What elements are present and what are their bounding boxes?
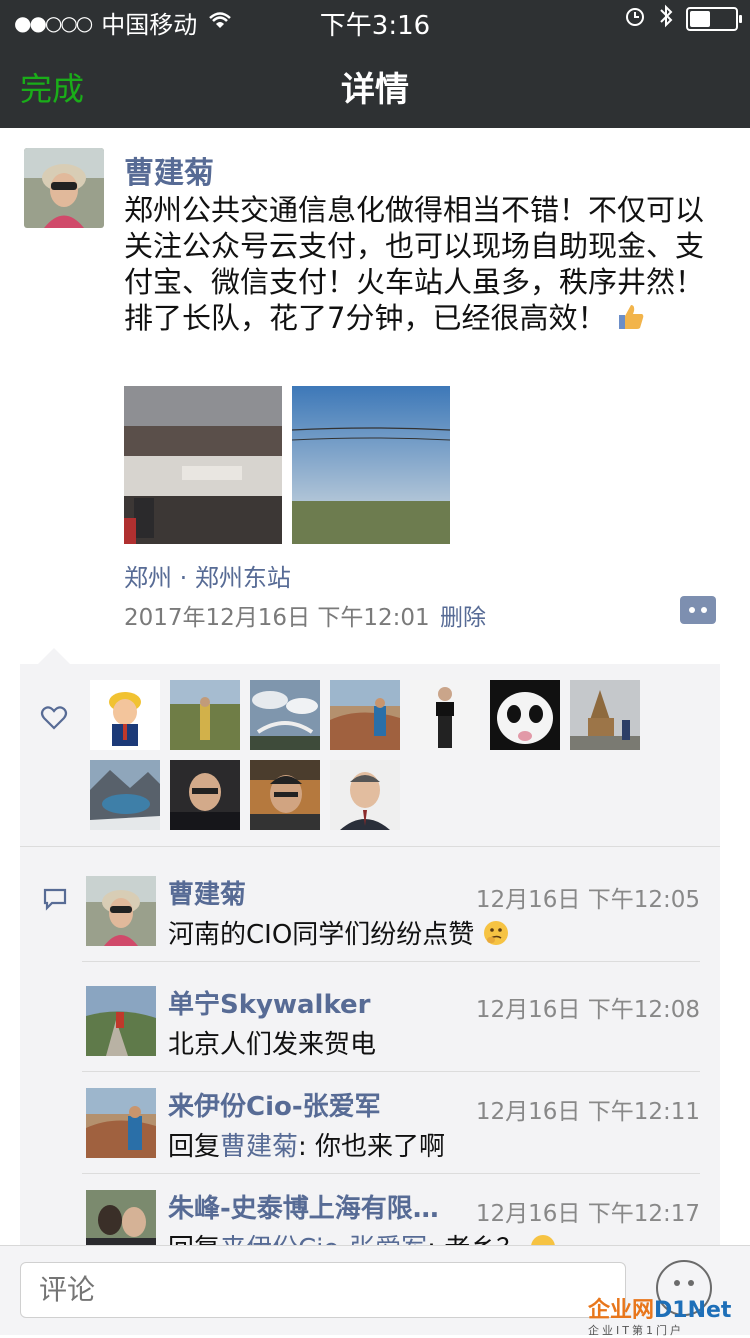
comment-avatar[interactable] [86,1088,156,1158]
comment-text: 北京人们发来贺电 [168,1030,377,1060]
comment-item: 来伊份Cio-张爱军 12月16日 下午12:11 回复曹建菊: 你也来了啊 [82,1074,700,1174]
comment-text-content: 河南的CIO同学们纷纷点赞 [168,920,475,950]
watermark-brand-cn: 企业网 [588,1298,655,1323]
comment-text-content: : 你也来了啊 [298,1132,446,1162]
comment-separator [82,1071,700,1072]
watermark-logo: 企业网D1Net 企业IT第1门户 [588,1292,750,1337]
thinking-emoji-icon [483,920,509,946]
post-timestamp: 2017年12月16日 下午12:01 [124,605,430,631]
reply-prefix: 回复 [168,1234,220,1245]
comment-text-content: : 老乡？ [427,1234,522,1245]
liker-avatar[interactable] [170,680,240,750]
liker-avatar[interactable] [170,760,240,830]
photo-landscape[interactable] [292,386,450,544]
reply-to-name[interactable]: 来伊份Cio-张爱军 [220,1234,427,1245]
comment-item: 单宁Skywalker 12月16日 下午12:08 北京人们发来贺电 [82,972,700,1072]
comment-time: 12月16日 下午12:17 [475,1201,700,1227]
liker-avatar[interactable] [330,680,400,750]
bluetooth-icon [658,4,674,34]
comment-input[interactable] [20,1262,626,1318]
liker-avatars [90,680,650,830]
status-bar: ●●○○○ 中国移动 下午3:16 [0,0,750,41]
grin-emoji-icon [530,1234,556,1245]
comment-time: 12月16日 下午12:11 [475,1099,700,1125]
moment-post: 曹建菊 郑州公共交通信息化做得相当不错！不仅可以关注公众号云支付，也可以现场自助… [0,128,750,1245]
photo-station-entrance[interactable] [124,386,282,544]
liker-avatar[interactable] [330,760,400,830]
more-dot [701,607,707,613]
liker-avatar[interactable] [410,680,480,750]
page-title: 详情 [341,70,409,110]
comment-separator [82,961,700,962]
reply-to-name[interactable]: 曹建菊 [220,1132,298,1162]
comment-time: 12月16日 下午12:08 [475,997,700,1023]
post-location[interactable]: 郑州 · 郑州东站 [124,558,291,593]
commenter-name[interactable]: 朱峰-史泰博上海有限… [168,1188,439,1225]
comment-avatar[interactable] [86,986,156,1056]
comment-icon [42,886,68,912]
watermark-brand-en: D1Net [654,1298,732,1323]
delete-button[interactable]: 删除 [440,598,486,632]
post-text: 郑州公共交通信息化做得相当不错！不仅可以关注公众号云支付，也可以现场自助现金、支… [124,192,724,336]
liker-avatar[interactable] [90,680,160,750]
reply-prefix: 回复 [168,1132,221,1162]
post-author[interactable]: 曹建菊 [124,148,214,192]
interaction-panel: 曹建菊 12月16日 下午12:05 河南的CIO同学们纷纷点赞 单宁Skywa… [20,648,720,1245]
more-dot [689,607,695,613]
comment-avatar[interactable] [86,1190,156,1245]
commenter-name[interactable]: 曹建菊 [168,874,246,911]
comment-item: 朱峰-史泰博上海有限… 12月16日 下午12:17 回复来伊份Cio-张爱军:… [82,1176,700,1245]
comment-text: 河南的CIO同学们纷纷点赞 [168,914,509,951]
battery-icon [686,7,742,31]
photo-grid [124,386,450,544]
commenter-name[interactable]: 来伊份Cio-张爱军 [168,1086,381,1123]
watermark-main: 企业网D1Net [588,1292,750,1324]
more-actions-button[interactable] [680,596,716,624]
comment-text: 回复曹建菊: 你也来了啊 [168,1126,445,1163]
comment-text: 回复来伊份Cio-张爱军: 老乡？ [168,1228,556,1245]
alarm-icon [624,5,646,33]
thumbs-up-icon [616,302,646,332]
heart-icon [40,704,68,732]
liker-avatar[interactable] [250,680,320,750]
panel-divider [20,846,720,847]
liker-avatar[interactable] [490,680,560,750]
comment-item: 曹建菊 12月16日 下午12:05 河南的CIO同学们纷纷点赞 [82,862,700,962]
comment-time: 12月16日 下午12:05 [475,887,700,913]
comment-avatar[interactable] [86,876,156,946]
liker-avatar[interactable] [90,760,160,830]
watermark-tagline: 企业IT第1门户 [588,1324,684,1337]
liker-avatar[interactable] [570,680,640,750]
battery-level [690,11,710,27]
comment-separator [82,1173,700,1174]
author-avatar[interactable] [24,148,104,228]
liker-avatar[interactable] [250,760,320,830]
top-bar: ●●○○○ 中国移动 下午3:16 完成 详情 [0,0,750,128]
status-right [624,4,742,34]
commenter-name[interactable]: 单宁Skywalker [168,984,371,1021]
